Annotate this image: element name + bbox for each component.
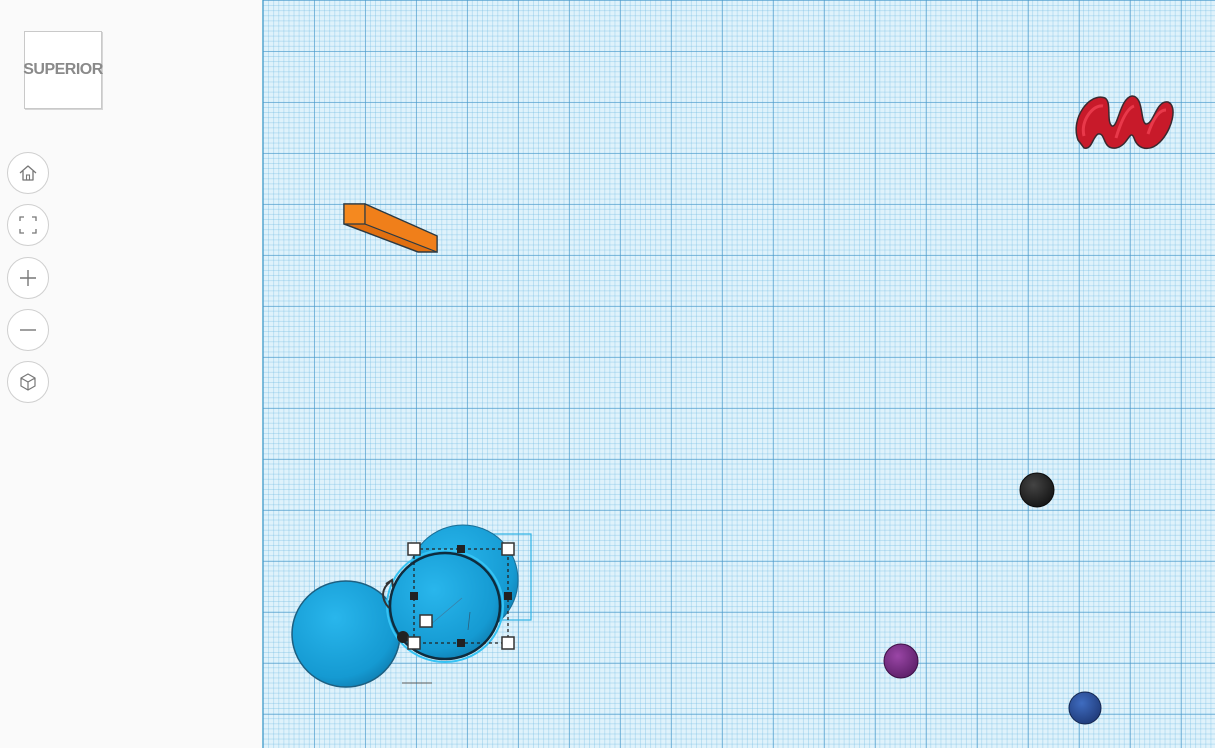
red-squiggle-shape[interactable] xyxy=(1075,95,1174,150)
edge-handle-left[interactable] xyxy=(410,592,418,600)
black-sphere[interactable] xyxy=(1019,472,1055,508)
corner-handle-top-left[interactable] xyxy=(407,542,421,556)
corner-handle-top-right[interactable] xyxy=(501,542,515,556)
corner-handle-bottom-right[interactable] xyxy=(501,636,515,650)
height-handle[interactable] xyxy=(397,631,409,643)
scene-objects xyxy=(291,95,1174,725)
edge-handle-bottom[interactable] xyxy=(457,639,465,647)
edge-handle-top[interactable] xyxy=(457,545,465,553)
corner-handle-bottom-left[interactable] xyxy=(407,636,421,650)
tinkercad-editor: SUPERIOR xyxy=(0,0,1215,748)
edge-handle-right[interactable] xyxy=(504,592,512,600)
center-handle[interactable] xyxy=(419,614,433,628)
navy-sphere[interactable] xyxy=(1068,691,1102,725)
purple-sphere[interactable] xyxy=(883,643,919,679)
orange-box[interactable] xyxy=(343,203,438,253)
